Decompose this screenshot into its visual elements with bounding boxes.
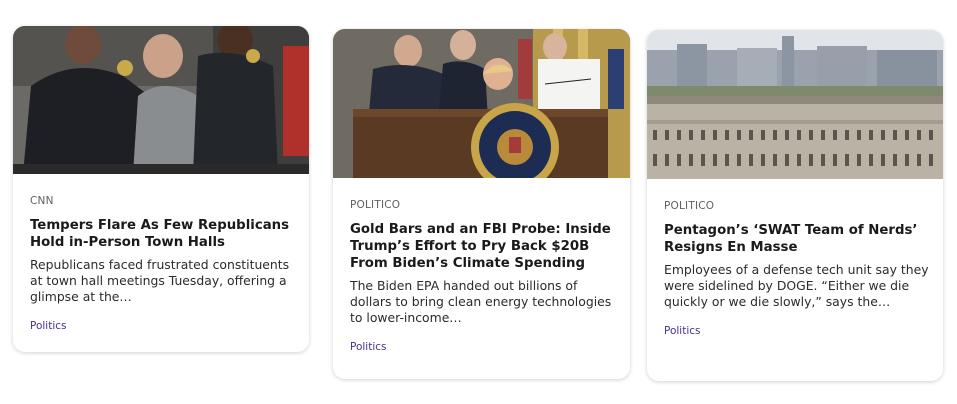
news-source: POLITICO [350, 199, 401, 211]
news-category-link[interactable]: Politics [30, 319, 295, 333]
news-source: POLITICO [664, 200, 715, 212]
news-card[interactable]: POLITICO Gold Bars and an FBI Probe: Ins… [333, 29, 630, 379]
news-card-image[interactable] [647, 30, 943, 179]
news-headline[interactable]: Gold Bars and an FBI Probe: Inside Trump… [350, 221, 616, 272]
news-headline[interactable]: Pentagon’s ‘SWAT Team of Nerds’ Resigns … [664, 222, 929, 256]
news-source: CNN [30, 195, 54, 207]
news-summary: The Biden EPA handed out billions of dol… [350, 278, 612, 325]
news-summary: Republicans faced frustrated constituent… [30, 257, 290, 304]
news-headline[interactable]: Tempers Flare As Few Republicans Hold in… [30, 217, 295, 251]
news-category-link[interactable]: Politics [350, 340, 616, 354]
news-card[interactable]: POLITICO Pentagon’s ‘SWAT Team of Nerds’… [647, 30, 943, 381]
news-card[interactable]: CNN Tempers Flare As Few Republicans Hol… [13, 26, 309, 352]
news-category-link[interactable]: Politics [664, 324, 929, 338]
news-card-image[interactable] [333, 29, 630, 178]
news-summary: Employees of a defense tech unit say the… [664, 262, 929, 309]
news-card-image[interactable] [13, 26, 309, 174]
